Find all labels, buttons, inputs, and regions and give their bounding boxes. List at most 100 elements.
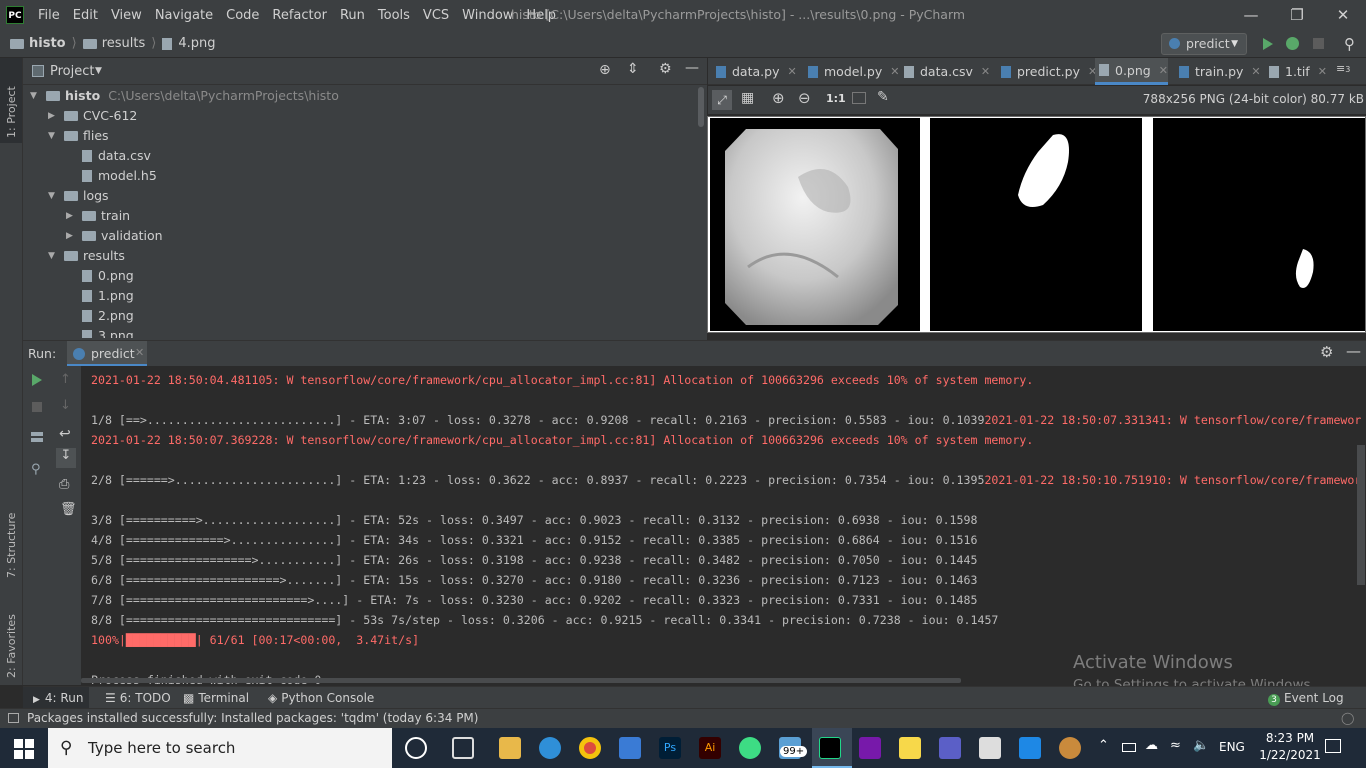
close-tab-icon[interactable]: ✕ (981, 58, 990, 85)
tab-model-py[interactable]: model.py ✕ (804, 58, 899, 85)
menu-edit[interactable]: Edit (73, 8, 98, 23)
chevron-down-icon[interactable]: ▼ (30, 86, 40, 106)
run-icon[interactable] (1263, 38, 1273, 50)
chevron-down-icon[interactable]: ▼ (48, 126, 58, 146)
clock-date[interactable]: 1/22/2021 (1258, 748, 1322, 762)
locate-icon[interactable]: ⊕ (599, 62, 611, 78)
tree-item[interactable]: ▶ validation (66, 226, 163, 246)
console-output[interactable]: 2021-01-22 18:50:04.481105: W tensorflow… (81, 366, 1366, 685)
tree-item[interactable]: ▶ train (66, 206, 130, 226)
file-explorer-icon[interactable] (499, 737, 521, 759)
tree-item[interactable]: 2.png (66, 306, 134, 326)
tab-train-py[interactable]: train.py ✕ (1175, 58, 1261, 85)
onenote-icon[interactable] (859, 737, 881, 759)
tree-item[interactable]: ▼ results (48, 246, 125, 266)
menu-file[interactable]: File (38, 8, 60, 23)
project-view-selector[interactable]: Project (50, 64, 94, 79)
close-tab-icon[interactable]: ✕ (890, 58, 899, 85)
tree-item[interactable]: ▼ histo C:\Users\delta\PycharmProjects\his… (30, 86, 339, 106)
teams-icon[interactable] (939, 737, 961, 759)
actual-size-button[interactable]: 1:1 (826, 92, 846, 105)
event-log-button[interactable]: 3 Event Log (1268, 687, 1344, 709)
chevron-right-icon[interactable]: ▶ (66, 206, 76, 226)
tree-item[interactable]: 1.png (66, 286, 134, 306)
code-app-icon[interactable] (979, 737, 1001, 759)
scroll-to-end-icon[interactable]: ↧ (56, 448, 76, 468)
stop-icon[interactable] (32, 402, 42, 412)
photoshop-icon[interactable]: Ps (659, 737, 681, 759)
gear-icon[interactable]: ⚙ (659, 61, 672, 77)
illustrator-icon[interactable]: Ai (699, 737, 721, 759)
wifi-icon[interactable]: ≈ (1170, 738, 1181, 753)
up-arrow-icon[interactable]: ↑ (60, 372, 71, 387)
sticky-notes-icon[interactable] (899, 737, 921, 759)
close-icon[interactable]: ✕ (1320, 0, 1366, 30)
control-panel-icon[interactable] (1019, 737, 1041, 759)
menu-vcs[interactable]: VCS (423, 8, 449, 23)
breadcrumb-item[interactable]: 4.png (178, 36, 215, 51)
stop-icon[interactable] (1313, 38, 1324, 49)
status-message[interactable]: Packages installed successfully: Install… (27, 709, 478, 728)
print-icon[interactable]: ⎙ (59, 477, 69, 492)
close-tab-icon[interactable]: ✕ (135, 346, 144, 359)
restore-icon[interactable]: ❐ (1274, 0, 1320, 30)
menu-window[interactable]: Window (462, 8, 513, 23)
tree-item[interactable]: data.csv (66, 146, 151, 166)
close-tab-icon[interactable]: ✕ (1251, 58, 1260, 85)
tab-1-tif[interactable]: 1.tif ✕ (1265, 58, 1327, 85)
close-tab-icon[interactable]: ✕ (1159, 57, 1168, 84)
taskbar-search-input[interactable]: ⚲ Type here to search (48, 728, 392, 768)
tree-item[interactable]: 3.png (66, 326, 134, 338)
chevron-down-icon[interactable]: ▼ (95, 66, 102, 76)
clock-time[interactable]: 8:23 PM (1258, 731, 1322, 745)
language-indicator[interactable]: ENG (1219, 740, 1245, 754)
tree-item[interactable]: ▼ flies (48, 126, 109, 146)
chevron-right-icon[interactable]: ▶ (66, 226, 76, 246)
tab-run[interactable]: ▶ 4: Run (23, 687, 89, 709)
tree-item[interactable]: model.h5 (66, 166, 157, 186)
menu-refactor[interactable]: Refactor (272, 8, 327, 23)
zoom-out-icon[interactable]: ⊖ (798, 89, 811, 107)
android-studio-icon[interactable] (739, 737, 761, 759)
chevron-down-icon[interactable]: ▼ (48, 186, 58, 206)
soft-wrap-icon[interactable]: ↩ (59, 426, 71, 442)
tab-predict-py[interactable]: predict.py ✕ (997, 58, 1097, 85)
tree-item[interactable]: ▶ CVC-612 (48, 106, 137, 126)
lock-icon[interactable]: ◯ (1341, 709, 1354, 728)
trash-icon[interactable]: 🗑 (60, 502, 77, 517)
edge-icon[interactable] (539, 737, 561, 759)
tray-expand-icon[interactable]: ⌃ (1098, 738, 1109, 753)
search-icon[interactable]: ⚲ (1344, 35, 1355, 53)
tab-terminal[interactable]: ▩ Terminal (183, 687, 249, 709)
chrome-icon[interactable] (579, 737, 601, 759)
debug-icon[interactable] (1286, 37, 1299, 50)
cloud-icon[interactable]: ☁ (1145, 738, 1158, 753)
down-arrow-icon[interactable]: ↓ (60, 398, 71, 413)
scrollbar-thumb[interactable] (698, 87, 704, 127)
fit-to-window-icon[interactable]: ⤢ (712, 90, 732, 110)
tab-overflow-icon[interactable]: ≡3 (1336, 62, 1350, 75)
hide-panel-icon[interactable]: — (1346, 342, 1361, 360)
breadcrumb-item[interactable]: results (102, 36, 146, 51)
layout-icon[interactable] (31, 432, 43, 442)
structure-tool-tab[interactable]: 7: Structure (5, 498, 18, 578)
menu-code[interactable]: Code (226, 8, 259, 23)
collapse-all-icon[interactable]: ⇕ (627, 61, 639, 77)
menu-run[interactable]: Run (340, 8, 365, 23)
close-tab-icon[interactable]: ✕ (1318, 58, 1327, 85)
console-scrollbar[interactable] (1357, 445, 1365, 585)
task-view-icon[interactable] (452, 737, 474, 759)
favorites-tool-tab[interactable]: 2: Favorites (5, 598, 18, 678)
grid-icon[interactable]: ▦ (741, 90, 754, 106)
color-picker-icon[interactable]: ✎ (877, 89, 889, 105)
tab-todo[interactable]: ☰ 6: TODO (105, 687, 171, 709)
tree-item[interactable]: 0.png (66, 266, 134, 286)
console-hscrollbar[interactable] (81, 678, 961, 683)
close-tab-icon[interactable]: ✕ (787, 58, 796, 85)
store-icon[interactable] (619, 737, 641, 759)
tab-data-csv[interactable]: data.csv ✕ (900, 58, 990, 85)
cortana-icon[interactable] (405, 737, 427, 759)
panel-toggle-icon[interactable] (8, 713, 19, 723)
notifications-icon[interactable] (1325, 739, 1341, 753)
tab-0-png[interactable]: 0.png ✕ (1095, 58, 1168, 85)
